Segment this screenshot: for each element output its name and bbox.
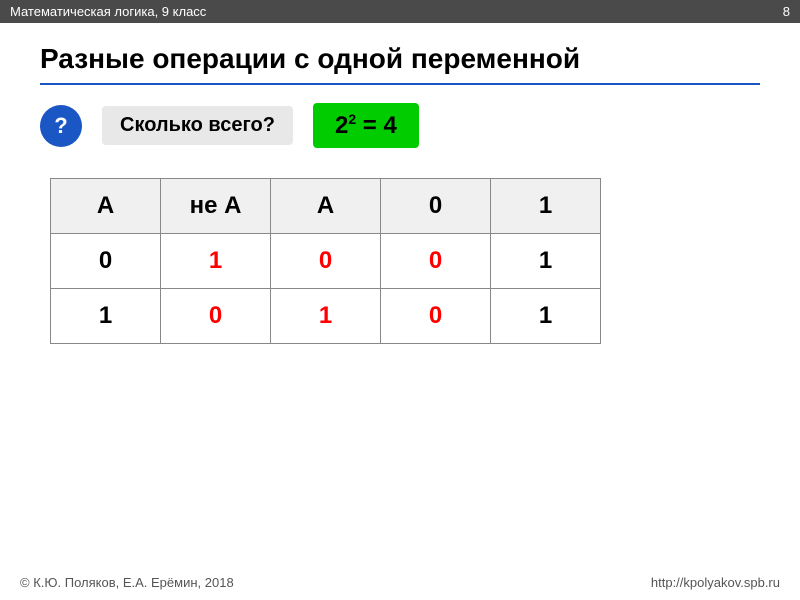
cell-r1-c0: 1 <box>51 289 161 344</box>
question-badge: ? <box>40 105 82 147</box>
footer-left: © К.Ю. Поляков, Е.А. Ерёмин, 2018 <box>20 575 234 590</box>
cell-r0-c0: 0 <box>51 234 161 289</box>
cell-r1-c3: 0 <box>381 289 491 344</box>
col-header-2: А <box>271 179 381 234</box>
cell-r1-c4: 1 <box>491 289 601 344</box>
slide-title: Разные операции с одной переменной <box>40 43 760 85</box>
cell-r0-c4: 1 <box>491 234 601 289</box>
question-icon: ? <box>54 113 67 139</box>
question-text-box: Сколько всего? <box>102 106 293 145</box>
footer: © К.Ю. Поляков, Е.А. Ерёмин, 2018 http:/… <box>0 575 800 590</box>
answer-box: 22 = 4 <box>313 103 419 148</box>
question-label: Сколько всего? <box>120 114 275 136</box>
question-row: ? Сколько всего? 22 = 4 <box>40 103 760 148</box>
col-header-0: A <box>51 179 161 234</box>
cell-r0-c1: 1 <box>161 234 271 289</box>
col-header-3: 0 <box>381 179 491 234</box>
table-row: 10101 <box>51 289 601 344</box>
answer-result: = 4 <box>356 112 397 139</box>
col-header-4: 1 <box>491 179 601 234</box>
cell-r0-c3: 0 <box>381 234 491 289</box>
cell-r1-c2: 1 <box>271 289 381 344</box>
subject-label: Математическая логика, 9 класс <box>10 4 206 19</box>
truth-table: A не А А 0 1 0100110101 <box>50 178 601 344</box>
answer-exp: 2 <box>348 111 356 127</box>
col-header-1: не А <box>161 179 271 234</box>
answer-base: 2 <box>335 112 348 139</box>
table-header-row: A не А А 0 1 <box>51 179 601 234</box>
table-row: 01001 <box>51 234 601 289</box>
footer-right: http://kpolyakov.spb.ru <box>651 575 780 590</box>
cell-r1-c1: 0 <box>161 289 271 344</box>
main-content: Разные операции с одной переменной ? Ско… <box>0 23 800 364</box>
top-bar: Математическая логика, 9 класс 8 <box>0 0 800 23</box>
cell-r0-c2: 0 <box>271 234 381 289</box>
page-number: 8 <box>783 4 790 19</box>
